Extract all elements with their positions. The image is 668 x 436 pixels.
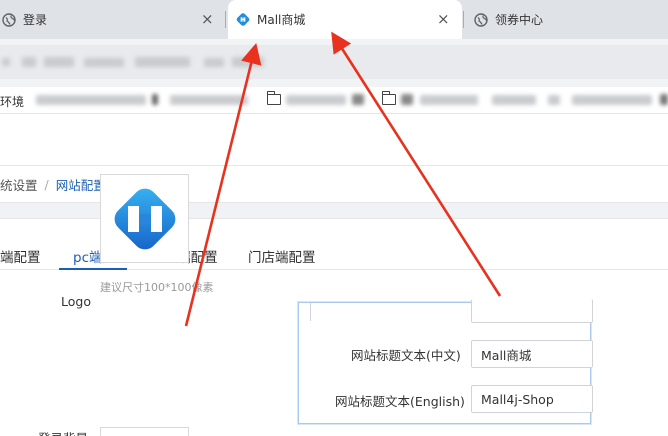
folder-icon[interactable]: [266, 91, 281, 105]
browser-tab-coupon-title: 领券中心: [495, 13, 544, 27]
title-cn-input[interactable]: Mall商城: [471, 340, 593, 368]
title-cn-label: 网站标题文本(中文): [351, 348, 461, 363]
address-bar[interactable]: [0, 45, 668, 79]
screen: 登录 × Mall商城 × 领券中心 环境 统设置 / 网站配置 端配置 门店端…: [0, 0, 668, 436]
tab-separator: [463, 11, 464, 28]
mall-logo-icon: [114, 188, 175, 249]
browser-tab-login[interactable]: 登录 ×: [0, 0, 224, 39]
title-en-input[interactable]: Mall4j-Shop: [471, 385, 593, 413]
breadcrumb-parent[interactable]: 统设置: [0, 175, 38, 194]
mall-favicon-icon: [236, 13, 250, 27]
bookmark-label[interactable]: 环境: [0, 93, 24, 110]
title-en-label: 网站标题文本(English): [335, 394, 465, 409]
logo-size-hint: 建议尺寸100*100像素: [100, 281, 214, 294]
logo-upload[interactable]: [100, 174, 189, 263]
callout-edge: [310, 303, 311, 321]
browser-tab-coupon[interactable]: 领券中心: [466, 0, 668, 39]
globe-icon: [474, 12, 488, 27]
browser-tab-mall-title: Mall商城: [257, 13, 306, 27]
login-bg-upload[interactable]: [100, 427, 189, 436]
tab-store-config[interactable]: 门店端配置: [248, 246, 316, 266]
globe-icon: [2, 12, 16, 27]
tab-separator: [225, 11, 226, 28]
page-header: [0, 114, 668, 166]
close-tab-icon[interactable]: ×: [437, 10, 450, 28]
browser-tab-strip: 登录 × Mall商城 × 领券中心: [0, 0, 668, 39]
browser-tab-mall[interactable]: Mall商城 ×: [228, 0, 462, 39]
bookmarks-bar: 环境: [0, 87, 668, 114]
breadcrumb-separator: /: [44, 176, 49, 192]
breadcrumb-current: 网站配置: [55, 177, 106, 193]
login-bg-label: 登录背景: [38, 428, 88, 436]
title-settings-callout: 网站标题文本(中文) Mall商城 网站标题文本(English) Mall4j…: [298, 299, 593, 424]
close-tab-icon[interactable]: ×: [201, 10, 214, 28]
address-bar-area: [0, 39, 668, 87]
active-tab-indicator: [59, 268, 127, 270]
tab-terminal-config[interactable]: 端配置: [0, 246, 41, 266]
folder-icon[interactable]: [381, 91, 396, 105]
partial-input[interactable]: [471, 299, 593, 323]
logo-label: Logo: [61, 294, 91, 309]
browser-tab-login-title: 登录: [23, 13, 48, 27]
